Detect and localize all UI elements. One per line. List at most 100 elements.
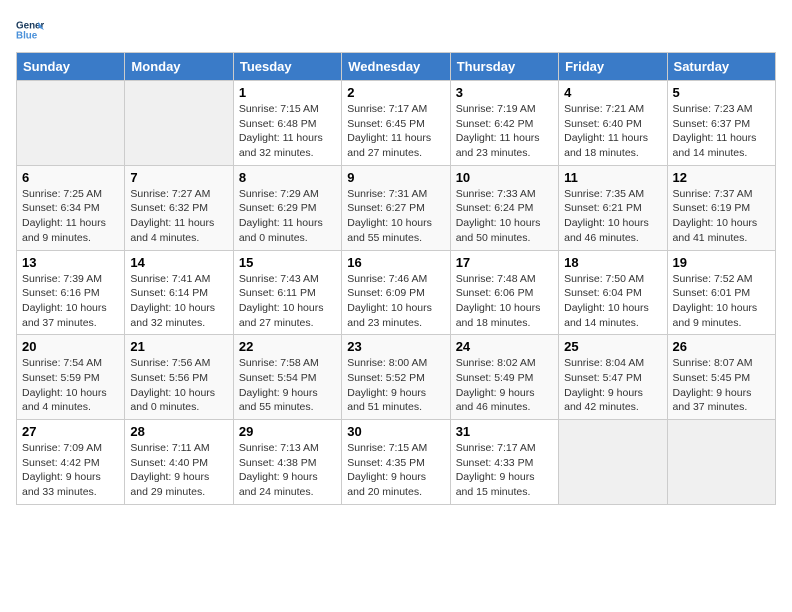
day-number: 7 <box>130 170 227 185</box>
calendar-cell: 31 Sunrise: 7:17 AMSunset: 4:33 PMDayligh… <box>450 420 558 505</box>
weekday-header-saturday: Saturday <box>667 53 775 81</box>
calendar-cell: 4 Sunrise: 7:21 AMSunset: 6:40 PMDaylight… <box>559 81 667 166</box>
day-info: Sunrise: 7:25 AMSunset: 6:34 PMDaylight:… <box>22 187 119 246</box>
day-info: Sunrise: 8:02 AMSunset: 5:49 PMDaylight:… <box>456 356 553 415</box>
calendar-cell: 21 Sunrise: 7:56 AMSunset: 5:56 PMDayligh… <box>125 335 233 420</box>
day-info: Sunrise: 8:04 AMSunset: 5:47 PMDaylight:… <box>564 356 661 415</box>
day-number: 6 <box>22 170 119 185</box>
day-info: Sunrise: 7:15 AMSunset: 4:35 PMDaylight:… <box>347 441 444 500</box>
weekday-header-monday: Monday <box>125 53 233 81</box>
day-info: Sunrise: 7:37 AMSunset: 6:19 PMDaylight:… <box>673 187 770 246</box>
calendar-cell: 5Sunrise: 7:23 AMSunset: 6:37 PMDaylight… <box>667 81 775 166</box>
day-info: Sunrise: 7:33 AMSunset: 6:24 PMDaylight:… <box>456 187 553 246</box>
day-info: Sunrise: 7:39 AMSunset: 6:16 PMDaylight:… <box>22 272 119 331</box>
calendar-cell <box>667 420 775 505</box>
calendar-cell: 2 Sunrise: 7:17 AMSunset: 6:45 PMDaylight… <box>342 81 450 166</box>
calendar-cell: 19 Sunrise: 7:52 AMSunset: 6:01 PMDayligh… <box>667 250 775 335</box>
calendar-cell: 27Sunrise: 7:09 AMSunset: 4:42 PMDayligh… <box>17 420 125 505</box>
day-number: 31 <box>456 424 553 439</box>
day-info: Sunrise: 7:29 AMSunset: 6:29 PMDaylight:… <box>239 187 336 246</box>
day-info: Sunrise: 8:00 AMSunset: 5:52 PMDaylight:… <box>347 356 444 415</box>
day-number: 30 <box>347 424 444 439</box>
calendar-cell: 6 Sunrise: 7:25 AMSunset: 6:34 PMDaylight… <box>17 165 125 250</box>
day-number: 2 <box>347 85 444 100</box>
day-number: 4 <box>564 85 661 100</box>
calendar-week-2: 6 Sunrise: 7:25 AMSunset: 6:34 PMDaylight… <box>17 165 776 250</box>
calendar-cell: 15Sunrise: 7:43 AMSunset: 6:11 PMDayligh… <box>233 250 341 335</box>
day-number: 9 <box>347 170 444 185</box>
calendar-cell <box>559 420 667 505</box>
day-number: 17 <box>456 255 553 270</box>
day-info: Sunrise: 7:27 AMSunset: 6:32 PMDaylight:… <box>130 187 227 246</box>
svg-text:Blue: Blue <box>16 30 38 41</box>
day-number: 8 <box>239 170 336 185</box>
day-number: 3 <box>456 85 553 100</box>
calendar-cell: 17Sunrise: 7:48 AMSunset: 6:06 PMDayligh… <box>450 250 558 335</box>
calendar-cell: 12 Sunrise: 7:37 AMSunset: 6:19 PMDayligh… <box>667 165 775 250</box>
calendar-cell <box>17 81 125 166</box>
day-info: Sunrise: 7:21 AMSunset: 6:40 PMDaylight:… <box>564 102 661 161</box>
day-number: 5 <box>673 85 770 100</box>
calendar-cell: 14Sunrise: 7:41 AMSunset: 6:14 PMDayligh… <box>125 250 233 335</box>
day-number: 1 <box>239 85 336 100</box>
day-number: 28 <box>130 424 227 439</box>
day-number: 14 <box>130 255 227 270</box>
day-info: Sunrise: 7:19 AMSunset: 6:42 PMDaylight:… <box>456 102 553 161</box>
calendar-cell: 23Sunrise: 8:00 AMSunset: 5:52 PMDayligh… <box>342 335 450 420</box>
day-number: 10 <box>456 170 553 185</box>
day-info: Sunrise: 7:17 AMSunset: 6:45 PMDaylight:… <box>347 102 444 161</box>
calendar-cell: 28 Sunrise: 7:11 AMSunset: 4:40 PMDayligh… <box>125 420 233 505</box>
calendar-cell: 10 Sunrise: 7:33 AMSunset: 6:24 PMDayligh… <box>450 165 558 250</box>
calendar-cell: 9 Sunrise: 7:31 AMSunset: 6:27 PMDaylight… <box>342 165 450 250</box>
day-number: 20 <box>22 339 119 354</box>
calendar-cell: 16 Sunrise: 7:46 AMSunset: 6:09 PMDayligh… <box>342 250 450 335</box>
day-info: Sunrise: 7:52 AMSunset: 6:01 PMDaylight:… <box>673 272 770 331</box>
day-number: 21 <box>130 339 227 354</box>
logo: General Blue <box>16 16 44 44</box>
calendar-cell: 18Sunrise: 7:50 AMSunset: 6:04 PMDayligh… <box>559 250 667 335</box>
calendar-cell: 7 Sunrise: 7:27 AMSunset: 6:32 PMDaylight… <box>125 165 233 250</box>
calendar-cell: 1 Sunrise: 7:15 AMSunset: 6:48 PMDaylight… <box>233 81 341 166</box>
day-number: 25 <box>564 339 661 354</box>
calendar-table: SundayMondayTuesdayWednesdayThursdayFrid… <box>16 52 776 505</box>
day-info: Sunrise: 7:43 AMSunset: 6:11 PMDaylight:… <box>239 272 336 331</box>
weekday-header-wednesday: Wednesday <box>342 53 450 81</box>
day-info: Sunrise: 7:35 AMSunset: 6:21 PMDaylight:… <box>564 187 661 246</box>
calendar-cell: 13 Sunrise: 7:39 AMSunset: 6:16 PMDayligh… <box>17 250 125 335</box>
calendar-body: 1 Sunrise: 7:15 AMSunset: 6:48 PMDaylight… <box>17 81 776 505</box>
calendar-cell: 29Sunrise: 7:13 AMSunset: 4:38 PMDayligh… <box>233 420 341 505</box>
day-number: 13 <box>22 255 119 270</box>
calendar-cell: 22Sunrise: 7:58 AMSunset: 5:54 PMDayligh… <box>233 335 341 420</box>
calendar-cell <box>125 81 233 166</box>
calendar-cell: 24Sunrise: 8:02 AMSunset: 5:49 PMDayligh… <box>450 335 558 420</box>
day-number: 29 <box>239 424 336 439</box>
day-info: Sunrise: 7:11 AMSunset: 4:40 PMDaylight:… <box>130 441 227 500</box>
calendar-cell: 11 Sunrise: 7:35 AMSunset: 6:21 PMDayligh… <box>559 165 667 250</box>
calendar-cell: 26 Sunrise: 8:07 AMSunset: 5:45 PMDayligh… <box>667 335 775 420</box>
day-info: Sunrise: 7:17 AMSunset: 4:33 PMDaylight:… <box>456 441 553 500</box>
logo-icon: General Blue <box>16 16 44 44</box>
calendar-cell: 30 Sunrise: 7:15 AMSunset: 4:35 PMDayligh… <box>342 420 450 505</box>
day-info: Sunrise: 7:15 AMSunset: 6:48 PMDaylight:… <box>239 102 336 161</box>
calendar-week-1: 1 Sunrise: 7:15 AMSunset: 6:48 PMDaylight… <box>17 81 776 166</box>
calendar-cell: 3 Sunrise: 7:19 AMSunset: 6:42 PMDaylight… <box>450 81 558 166</box>
calendar-cell: 8 Sunrise: 7:29 AMSunset: 6:29 PMDaylight… <box>233 165 341 250</box>
day-number: 22 <box>239 339 336 354</box>
calendar-week-3: 13 Sunrise: 7:39 AMSunset: 6:16 PMDayligh… <box>17 250 776 335</box>
day-info: Sunrise: 7:56 AMSunset: 5:56 PMDaylight:… <box>130 356 227 415</box>
calendar-week-5: 27Sunrise: 7:09 AMSunset: 4:42 PMDayligh… <box>17 420 776 505</box>
day-info: Sunrise: 7:54 AMSunset: 5:59 PMDaylight:… <box>22 356 119 415</box>
day-number: 19 <box>673 255 770 270</box>
day-number: 11 <box>564 170 661 185</box>
day-number: 27 <box>22 424 119 439</box>
day-number: 16 <box>347 255 444 270</box>
day-info: Sunrise: 7:31 AMSunset: 6:27 PMDaylight:… <box>347 187 444 246</box>
weekday-header-sunday: Sunday <box>17 53 125 81</box>
page-header: General Blue <box>16 16 776 44</box>
day-number: 26 <box>673 339 770 354</box>
day-number: 18 <box>564 255 661 270</box>
day-info: Sunrise: 7:46 AMSunset: 6:09 PMDaylight:… <box>347 272 444 331</box>
day-info: Sunrise: 8:07 AMSunset: 5:45 PMDaylight:… <box>673 356 770 415</box>
day-number: 12 <box>673 170 770 185</box>
weekday-header-friday: Friday <box>559 53 667 81</box>
